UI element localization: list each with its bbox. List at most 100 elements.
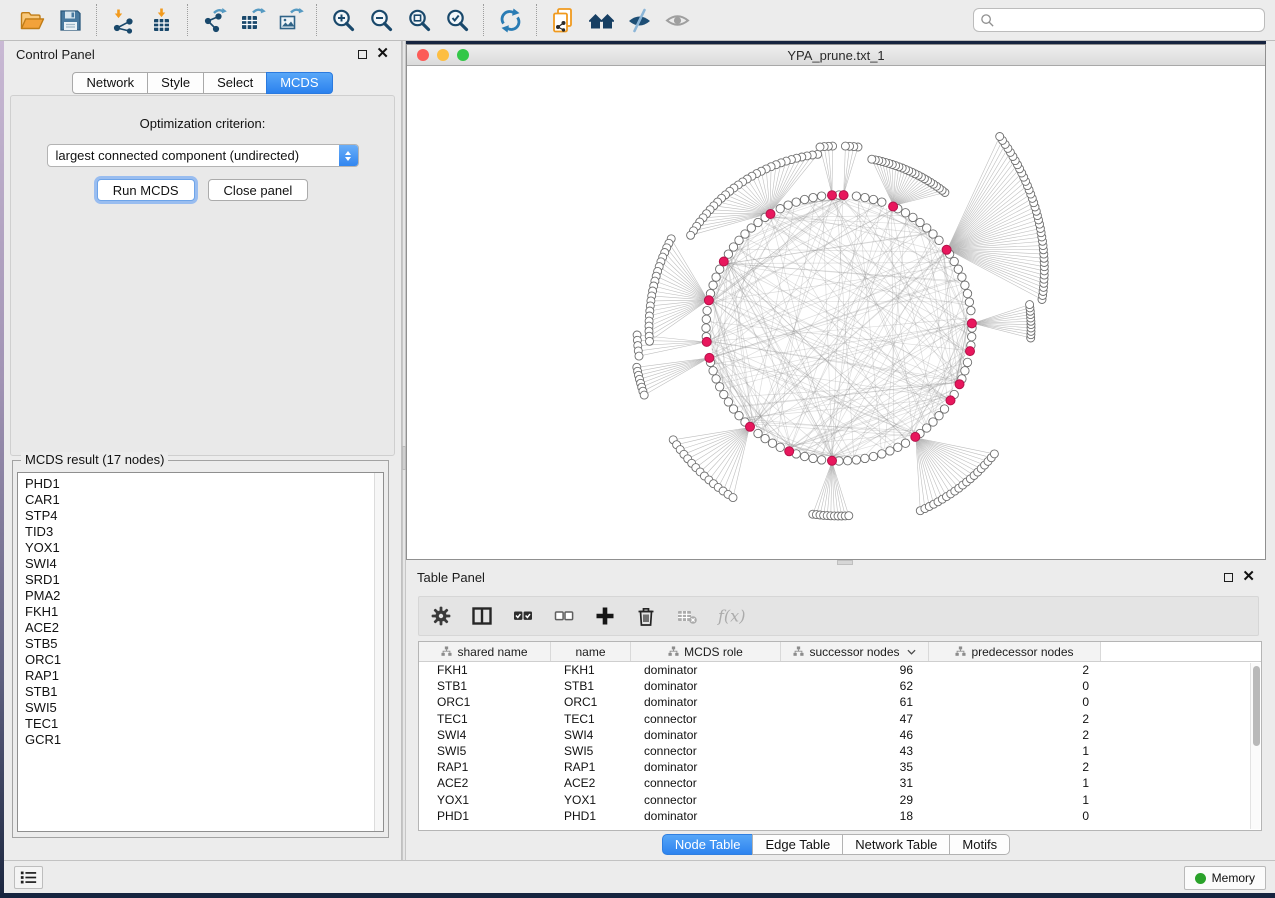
- result-node[interactable]: TID3: [25, 524, 374, 540]
- table-cell: 2: [929, 728, 1101, 742]
- result-node[interactable]: ACE2: [25, 620, 374, 636]
- search-box[interactable]: [973, 8, 1265, 32]
- result-node[interactable]: SWI5: [25, 700, 374, 716]
- table-cell: connector: [631, 712, 781, 726]
- application-window: Control Panel ✕ NetworkStyleSelectMCDS O…: [0, 0, 1275, 898]
- close-panel-icon[interactable]: ✕: [1242, 572, 1255, 582]
- zoom-in-icon[interactable]: [327, 5, 359, 35]
- export-network-icon[interactable]: [198, 5, 230, 35]
- deselect-all-icon[interactable]: [552, 604, 576, 628]
- close-panel-icon[interactable]: ✕: [376, 49, 389, 59]
- export-table-icon[interactable]: [236, 5, 268, 35]
- select-all-icon[interactable]: [511, 604, 535, 628]
- hide-selected-icon[interactable]: [623, 5, 655, 35]
- result-node[interactable]: FKH1: [25, 604, 374, 620]
- result-node[interactable]: GCR1: [25, 732, 374, 748]
- delete-row-icon[interactable]: [634, 604, 658, 628]
- tab-style[interactable]: Style: [147, 72, 204, 94]
- tab-select[interactable]: Select: [203, 72, 267, 94]
- table-cell: ACE2: [551, 776, 631, 790]
- search-input[interactable]: [999, 13, 1258, 27]
- table-row[interactable]: FKH1FKH1dominator962: [419, 662, 1261, 678]
- tab-motifs[interactable]: Motifs: [949, 834, 1010, 855]
- criterion-dropdown[interactable]: largest connected component (undirected): [47, 144, 359, 167]
- node-table[interactable]: shared namenameMCDS rolesuccessor nodesp…: [418, 641, 1262, 831]
- add-row-icon[interactable]: [593, 604, 617, 628]
- mcds-panel: Optimization criterion: largest connecte…: [10, 95, 395, 456]
- table-cell: 62: [781, 679, 929, 693]
- table-row[interactable]: ORC1ORC1dominator610: [419, 694, 1261, 710]
- zoom-fit-icon[interactable]: [403, 5, 435, 35]
- column-header-shared-name[interactable]: shared name: [419, 642, 551, 661]
- result-node[interactable]: STP4: [25, 508, 374, 524]
- result-node[interactable]: STB5: [25, 636, 374, 652]
- tab-mcds[interactable]: MCDS: [266, 72, 332, 94]
- close-panel-button[interactable]: Close panel: [208, 179, 309, 201]
- tab-network-table[interactable]: Network Table: [842, 834, 950, 855]
- result-node[interactable]: PHD1: [25, 476, 374, 492]
- table-row[interactable]: TEC1TEC1connector472: [419, 711, 1261, 727]
- network-window-titlebar[interactable]: YPA_prune.txt_1: [407, 45, 1265, 66]
- table-row[interactable]: ACE2ACE2connector311: [419, 775, 1261, 791]
- settings-gear-icon[interactable]: [429, 604, 453, 628]
- result-node[interactable]: ORC1: [25, 652, 374, 668]
- table-row[interactable]: YOX1YOX1connector291: [419, 792, 1261, 808]
- mcds-result-list[interactable]: PHD1CAR1STP4TID3YOX1SWI4SRD1PMA2FKH1ACE2…: [17, 472, 384, 832]
- column-type-icon: [441, 646, 452, 657]
- table-row[interactable]: PHD1PHD1dominator180: [419, 808, 1261, 824]
- columns-icon[interactable]: [470, 604, 494, 628]
- float-panel-icon[interactable]: [358, 50, 367, 59]
- save-session-icon[interactable]: [54, 5, 86, 35]
- dropdown-stepper-icon: [339, 144, 358, 167]
- table-row[interactable]: RAP1RAP1dominator352: [419, 759, 1261, 775]
- result-node[interactable]: YOX1: [25, 540, 374, 556]
- memory-label: Memory: [1212, 871, 1255, 885]
- table-cell: 96: [781, 663, 929, 677]
- window-zoom-button[interactable]: [457, 49, 469, 61]
- table-row[interactable]: SWI4SWI4dominator462: [419, 727, 1261, 743]
- result-node[interactable]: STB1: [25, 684, 374, 700]
- open-file-icon[interactable]: [16, 5, 48, 35]
- network-analyzer-icon[interactable]: [585, 5, 617, 35]
- run-mcds-button[interactable]: Run MCDS: [97, 179, 195, 201]
- table-cell: dominator: [631, 809, 781, 823]
- scrollbar-thumb[interactable]: [1253, 666, 1260, 746]
- import-network-icon[interactable]: [107, 5, 139, 35]
- zoom-selected-icon[interactable]: [441, 5, 473, 35]
- export-image-icon[interactable]: [274, 5, 306, 35]
- window-close-button[interactable]: [417, 49, 429, 61]
- share-document-icon[interactable]: [547, 5, 579, 35]
- column-header-predecessor-nodes[interactable]: predecessor nodes: [929, 642, 1101, 661]
- window-minimize-button[interactable]: [437, 49, 449, 61]
- tab-network[interactable]: Network: [72, 72, 148, 94]
- column-header-mcds-role[interactable]: MCDS role: [631, 642, 781, 661]
- import-table-icon[interactable]: [145, 5, 177, 35]
- network-canvas[interactable]: [407, 66, 1265, 559]
- function-icon: f(x): [716, 604, 752, 628]
- result-node[interactable]: CAR1: [25, 492, 374, 508]
- show-panels-button[interactable]: [14, 866, 43, 889]
- table-cell: SWI5: [551, 744, 631, 758]
- tab-edge-table[interactable]: Edge Table: [752, 834, 843, 855]
- column-header-successor-nodes[interactable]: successor nodes: [781, 642, 929, 661]
- result-node[interactable]: SWI4: [25, 556, 374, 572]
- result-scrollbar[interactable]: [374, 473, 383, 831]
- table-scrollbar[interactable]: [1250, 663, 1260, 829]
- result-node[interactable]: RAP1: [25, 668, 374, 684]
- float-panel-icon[interactable]: [1224, 573, 1233, 582]
- mcds-result-items: PHD1CAR1STP4TID3YOX1SWI4SRD1PMA2FKH1ACE2…: [18, 473, 374, 831]
- memory-button[interactable]: Memory: [1184, 866, 1266, 890]
- tab-node-table[interactable]: Node Table: [662, 834, 754, 855]
- column-type-icon: [955, 646, 966, 657]
- result-node[interactable]: TEC1: [25, 716, 374, 732]
- table-cell: 61: [781, 695, 929, 709]
- table-row[interactable]: SWI5SWI5connector431: [419, 743, 1261, 759]
- result-node[interactable]: PMA2: [25, 588, 374, 604]
- zoom-out-icon[interactable]: [365, 5, 397, 35]
- table-cell: YOX1: [551, 793, 631, 807]
- column-header-name[interactable]: name: [551, 642, 631, 661]
- result-node[interactable]: SRD1: [25, 572, 374, 588]
- refresh-icon[interactable]: [494, 5, 526, 35]
- table-row[interactable]: STB1STB1dominator620: [419, 678, 1261, 694]
- show-eye-icon[interactable]: [661, 5, 693, 35]
